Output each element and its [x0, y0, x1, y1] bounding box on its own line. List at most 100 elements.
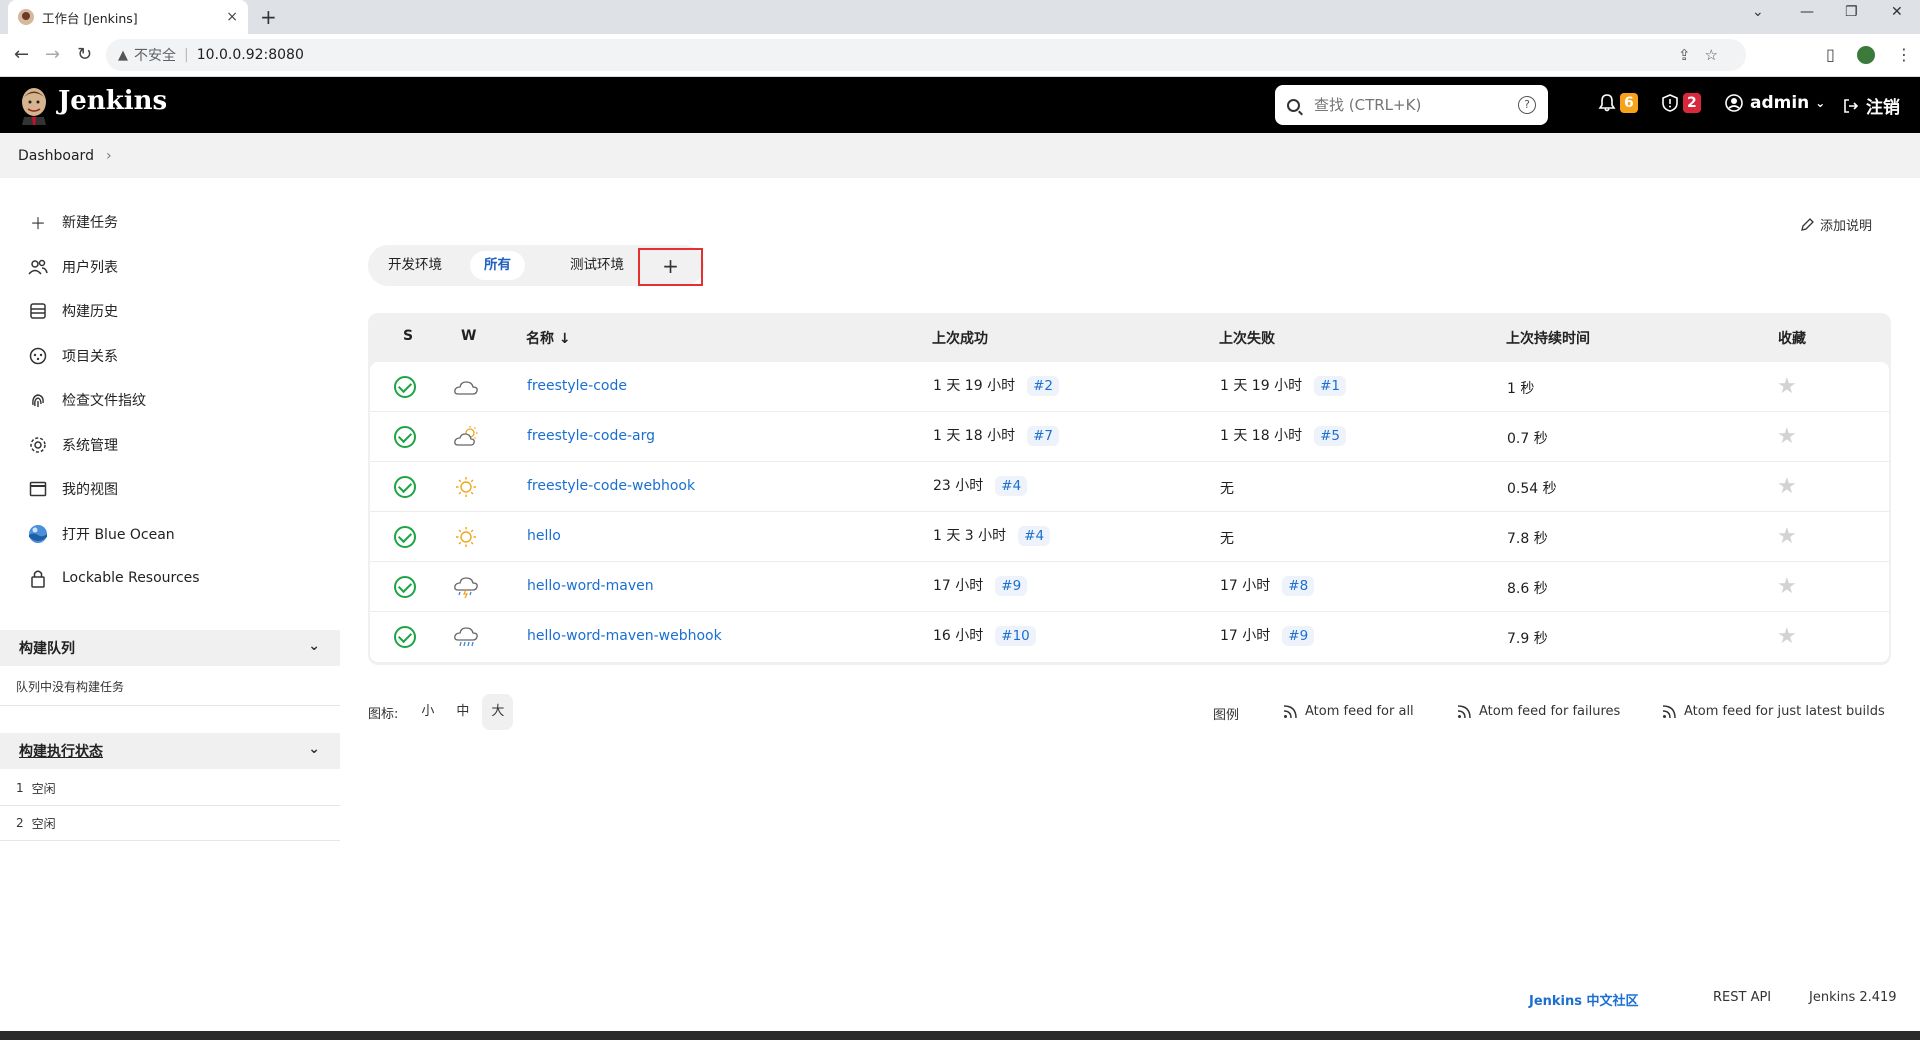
build-link[interactable]: #1 [1314, 376, 1346, 396]
build-link[interactable]: #2 [1027, 376, 1059, 396]
star-icon[interactable]: ★ [1777, 474, 1797, 499]
col-last-success[interactable]: 上次成功 [932, 328, 988, 348]
tab-test-env[interactable]: 测试环境 [556, 251, 638, 280]
logout-button[interactable]: 注销 [1842, 93, 1900, 118]
breadcrumb-dashboard[interactable]: Dashboard [18, 148, 94, 164]
jenkins-header: Jenkins ? 6 2 admin ⌄ 注销 [0, 77, 1920, 133]
col-name[interactable]: 名称 ↓ [526, 328, 571, 348]
star-icon[interactable]: ★ [1777, 574, 1797, 599]
chevron-down-icon[interactable]: ⌄ [308, 741, 320, 757]
icon-size-large[interactable]: 大 [482, 694, 514, 730]
feed-failures-link[interactable]: Atom feed for failures [1457, 704, 1620, 719]
job-link[interactable]: hello-word-maven-webhook [527, 628, 722, 644]
chevron-down-icon[interactable]: ⌄ [308, 638, 320, 654]
legend-label[interactable]: 图例 [1213, 704, 1239, 723]
tab-search-icon[interactable]: ⌄ [1752, 4, 1764, 20]
jenkins-favicon-icon [18, 9, 34, 25]
star-icon[interactable]: ★ [1777, 524, 1797, 549]
new-tab-button[interactable]: + [260, 5, 277, 29]
executor-status: 空闲 [31, 781, 56, 796]
share-and-bookmark-icons[interactable]: ⇪☆ [1678, 46, 1732, 64]
sidebar-item-build-history[interactable]: 构建历史 [0, 289, 340, 334]
breadcrumb-chevron-icon[interactable]: › [106, 148, 112, 164]
rain-weather-icon [454, 627, 478, 647]
sidebar-item-project-relations[interactable]: 项目关系 [0, 334, 340, 379]
job-link[interactable]: freestyle-code-arg [527, 428, 655, 444]
build-link[interactable]: #8 [1282, 576, 1315, 596]
jenkins-logo-icon[interactable] [18, 85, 50, 125]
build-queue-header[interactable]: 构建队列 ⌄ [0, 630, 340, 666]
notifications-button[interactable]: 6 [1597, 93, 1638, 113]
col-status[interactable]: S [403, 328, 413, 344]
build-link[interactable]: #9 [995, 576, 1028, 596]
fingerprint-icon [28, 390, 48, 410]
sidebar-item-my-views[interactable]: 我的视图 [0, 467, 340, 512]
url-text[interactable]: 10.0.0.92:8080 [197, 47, 304, 63]
build-link[interactable]: #7 [1027, 426, 1059, 446]
sidepanel-icon[interactable]: ▯ [1826, 45, 1835, 64]
build-link[interactable]: #4 [995, 476, 1028, 496]
executors-header[interactable]: 构建执行状态 ⌄ [0, 733, 340, 769]
menu-kebab-icon[interactable]: ⋮ [1896, 45, 1912, 64]
user-menu[interactable]: admin ⌄ [1724, 93, 1825, 113]
jenkins-brand[interactable]: Jenkins [58, 86, 167, 116]
footer-rest-api-link[interactable]: REST API [1713, 990, 1771, 1005]
sidebar-item-label: 用户列表 [62, 259, 118, 276]
sidebar-item-lockable-resources[interactable]: Lockable Resources [0, 556, 340, 601]
icon-size-small[interactable]: 小 [412, 694, 443, 730]
icon-size-medium[interactable]: 中 [447, 694, 478, 730]
footer-version-link[interactable]: Jenkins 2.419 [1809, 990, 1897, 1005]
tab-all[interactable]: 所有 [470, 251, 525, 280]
warning-icon[interactable]: ▲ [118, 48, 128, 63]
job-link[interactable]: hello-word-maven [527, 578, 654, 594]
col-last-failure[interactable]: 上次失败 [1219, 328, 1275, 348]
col-last-duration[interactable]: 上次持续时间 [1506, 328, 1590, 348]
sidebar-item-fingerprint[interactable]: 检查文件指纹 [0, 378, 340, 423]
search-input[interactable] [1314, 96, 1514, 114]
col-weather[interactable]: W [461, 328, 476, 344]
help-icon[interactable]: ? [1518, 96, 1536, 114]
sidebar-item-blue-ocean[interactable]: 打开 Blue Ocean [0, 512, 340, 557]
feed-latest-label[interactable]: Atom feed for just latest builds [1684, 704, 1885, 719]
build-link[interactable]: #4 [1018, 526, 1051, 546]
shield-icon [1662, 94, 1678, 112]
restore-icon[interactable]: ❐ [1845, 4, 1858, 20]
minimize-icon[interactable]: — [1800, 4, 1814, 20]
feed-failures-label[interactable]: Atom feed for failures [1479, 704, 1620, 719]
add-view-button[interactable]: + [638, 248, 703, 286]
last-failure: 17 小时 #8 [1220, 575, 1315, 596]
job-link[interactable]: freestyle-code [527, 378, 627, 394]
sidebar-item-manage[interactable]: 系统管理 [0, 423, 340, 468]
close-icon[interactable]: ✕ [1891, 4, 1903, 20]
col-favorite[interactable]: 收藏 [1778, 328, 1806, 348]
legend-link[interactable]: 图例 [1213, 704, 1239, 723]
rss-icon [1662, 704, 1676, 718]
forward-icon[interactable]: → [45, 44, 60, 65]
back-icon[interactable]: ← [14, 44, 29, 65]
people-icon [28, 257, 48, 277]
build-link[interactable]: #10 [995, 626, 1036, 646]
address-bar[interactable]: ▲ 不安全 | 10.0.0.92:8080 ⇪☆ [106, 39, 1746, 71]
search-box[interactable]: ? [1275, 85, 1548, 125]
star-icon[interactable]: ★ [1777, 424, 1797, 449]
sidebar-item-users[interactable]: 用户列表 [0, 245, 340, 290]
sidebar-item-new-job[interactable]: ＋ 新建任务 [0, 200, 340, 245]
security-button[interactable]: 2 [1660, 93, 1701, 113]
footer-community-link[interactable]: Jenkins 中文社区 [1529, 990, 1639, 1009]
feed-all-link[interactable]: Atom feed for all [1283, 704, 1414, 719]
add-description-button[interactable]: 添加说明 [1800, 215, 1872, 234]
reload-icon[interactable]: ↻ [77, 44, 92, 65]
tab-close-icon[interactable]: × [226, 9, 238, 25]
job-link[interactable]: freestyle-code-webhook [527, 478, 695, 494]
browser-tab[interactable]: 工作台 [Jenkins] × [8, 0, 248, 34]
job-link[interactable]: hello [527, 528, 561, 544]
profile-avatar-icon[interactable] [1857, 46, 1875, 64]
star-icon[interactable]: ★ [1777, 624, 1797, 649]
star-icon[interactable]: ★ [1777, 374, 1797, 399]
feed-all-label[interactable]: Atom feed for all [1305, 704, 1414, 719]
feed-latest-link[interactable]: Atom feed for just latest builds [1662, 704, 1885, 719]
build-link[interactable]: #9 [1282, 626, 1315, 646]
build-link[interactable]: #5 [1314, 426, 1346, 446]
executors-title[interactable]: 构建执行状态 [19, 741, 103, 761]
tab-dev-env[interactable]: 开发环境 [374, 251, 456, 280]
